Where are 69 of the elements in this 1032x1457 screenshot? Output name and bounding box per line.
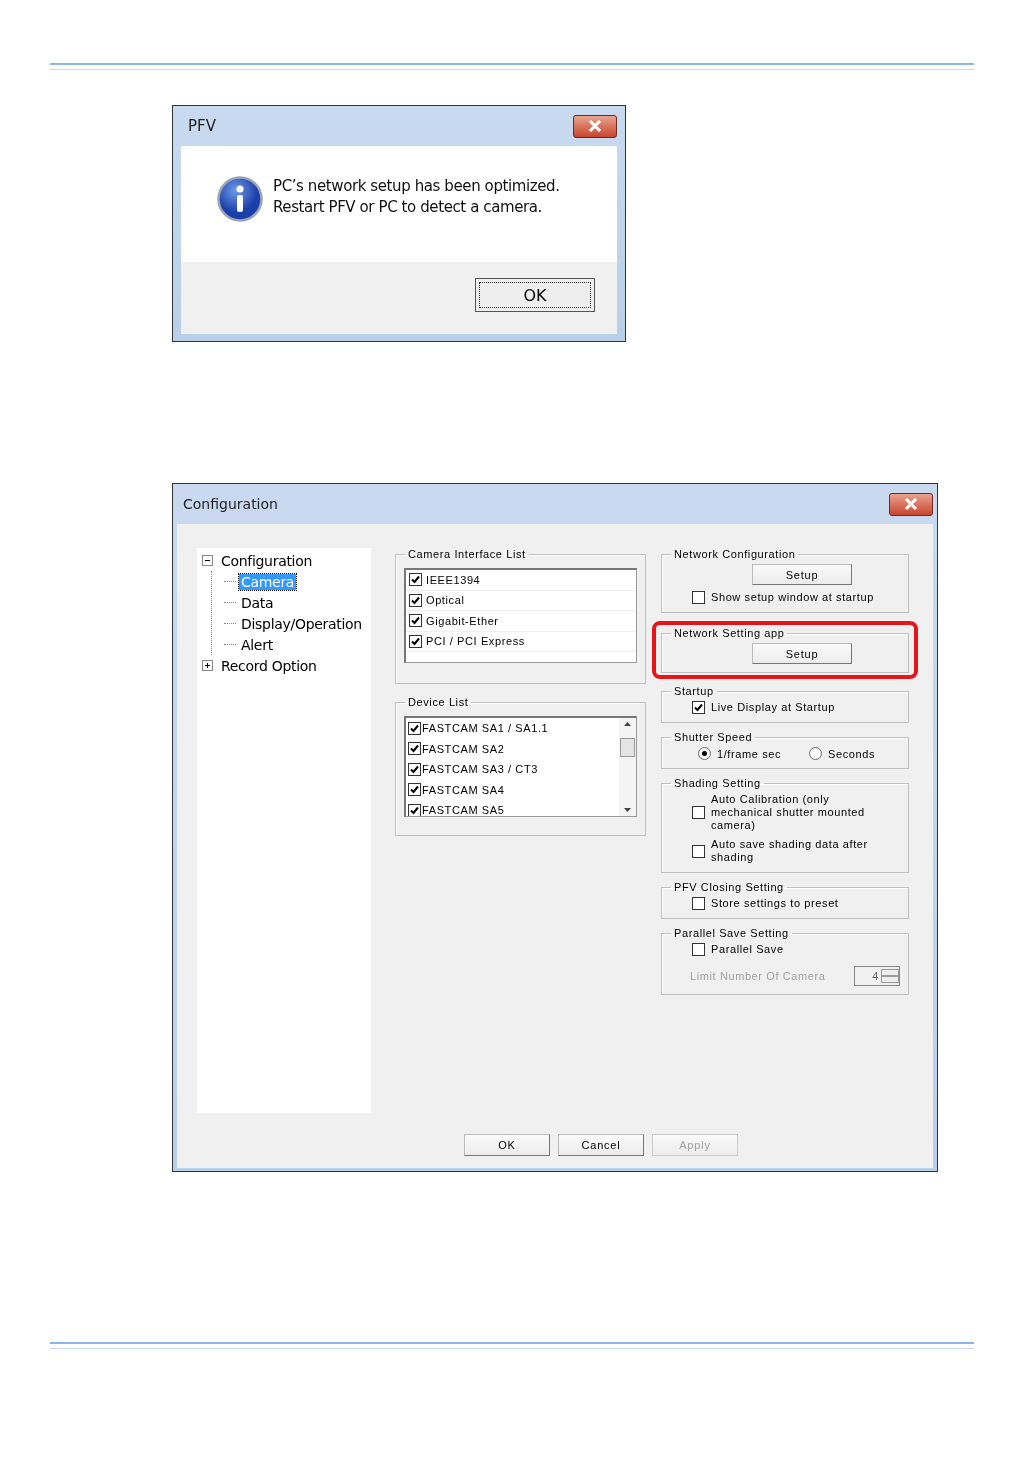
collapse-icon[interactable] — [202, 555, 213, 566]
checkbox[interactable] — [409, 634, 422, 648]
checkbox[interactable] — [408, 803, 421, 816]
checkbox[interactable] — [692, 897, 705, 910]
list-item-label: IEEE1394 — [426, 573, 481, 586]
list-item-label: PCI / PCI Express — [426, 635, 525, 648]
checkbox[interactable] — [692, 701, 705, 714]
group-title: Shading Setting — [673, 777, 762, 789]
checkbox[interactable] — [408, 783, 421, 797]
scrollbar[interactable] — [619, 718, 636, 816]
checkbox[interactable] — [692, 591, 705, 604]
checkbox[interactable] — [408, 721, 421, 735]
checkbox[interactable] — [409, 593, 422, 607]
expand-icon[interactable] — [202, 660, 213, 671]
group-title: Network Setting app — [673, 627, 786, 639]
radio-label: 1/frame sec — [717, 747, 782, 760]
close-icon — [904, 498, 918, 510]
window-title: Configuration — [182, 496, 278, 512]
list-item-label: FASTCAM SA5 — [422, 804, 505, 816]
checkbox[interactable] — [408, 742, 421, 756]
dialog-button[interactable]: Cancel — [558, 1134, 644, 1156]
group-title: PFV Closing Setting — [673, 881, 785, 893]
checkbox-label: Show setup window at startup — [711, 591, 874, 604]
close-button[interactable] — [573, 114, 617, 138]
scroll-down-icon[interactable] — [624, 808, 631, 812]
radio-button[interactable] — [698, 747, 711, 760]
group-title: Device List — [407, 696, 470, 708]
radio-button[interactable] — [809, 747, 823, 760]
list-item-label: FASTCAM SA2 — [422, 742, 505, 755]
checkbox-label: Auto save shading data after shading — [711, 838, 869, 864]
list-item-label: FASTCAM SA4 — [422, 783, 505, 796]
setup-button[interactable]: Setup — [752, 564, 852, 585]
scroll-up-icon[interactable] — [624, 722, 631, 726]
spinner-label: Limit Number Of Camera — [690, 970, 826, 982]
tree-item[interactable]: Alert — [239, 636, 275, 653]
checkbox[interactable] — [408, 762, 421, 776]
checkbox[interactable] — [692, 943, 705, 956]
group-title: Camera Interface List — [407, 548, 527, 560]
window-title: PFV — [187, 117, 216, 135]
tree-item[interactable]: Display/Operation — [239, 615, 364, 632]
setup-button[interactable]: Setup — [752, 643, 852, 664]
message-text: Restart PFV or PC to detect a camera. — [273, 197, 543, 218]
list-item-label: Gigabit-Ether — [426, 614, 499, 627]
ok-button[interactable]: OK — [475, 278, 595, 312]
checkbox-label: Live Display at Startup — [711, 701, 835, 714]
list-item-label: FASTCAM SA1 / SA1.1 — [422, 722, 549, 735]
group-title: Shutter Speed — [673, 731, 754, 743]
checkbox[interactable] — [692, 806, 705, 819]
tree-item[interactable]: Record Option — [219, 657, 319, 674]
close-icon — [588, 120, 602, 132]
message-text: PC’s network setup has been optimized. — [273, 176, 560, 197]
group-title: Network Configuration — [673, 548, 797, 560]
checkbox[interactable] — [692, 844, 705, 858]
checkbox-label: Store settings to preset — [711, 897, 839, 910]
group-title: Startup — [673, 685, 715, 697]
checkbox-label: Parallel Save — [711, 943, 784, 956]
checkbox[interactable] — [409, 614, 422, 628]
checkbox-label: Auto Calibration (only mechanical shutter mounted camera) — [711, 793, 866, 832]
list-item-label: Optical — [426, 594, 465, 607]
radio-label: Seconds — [828, 747, 876, 760]
group-title: Parallel Save Setting — [673, 927, 790, 939]
dialog-button[interactable]: OK — [464, 1134, 550, 1156]
checkbox[interactable] — [409, 573, 422, 587]
scroll-thumb[interactable] — [620, 737, 635, 757]
tree-item[interactable]: Configuration — [219, 552, 315, 569]
info-icon — [217, 176, 263, 222]
close-button[interactable] — [889, 492, 933, 516]
tree-item[interactable]: Data — [239, 594, 276, 611]
list-item-label: FASTCAM SA3 / CT3 — [422, 763, 538, 776]
